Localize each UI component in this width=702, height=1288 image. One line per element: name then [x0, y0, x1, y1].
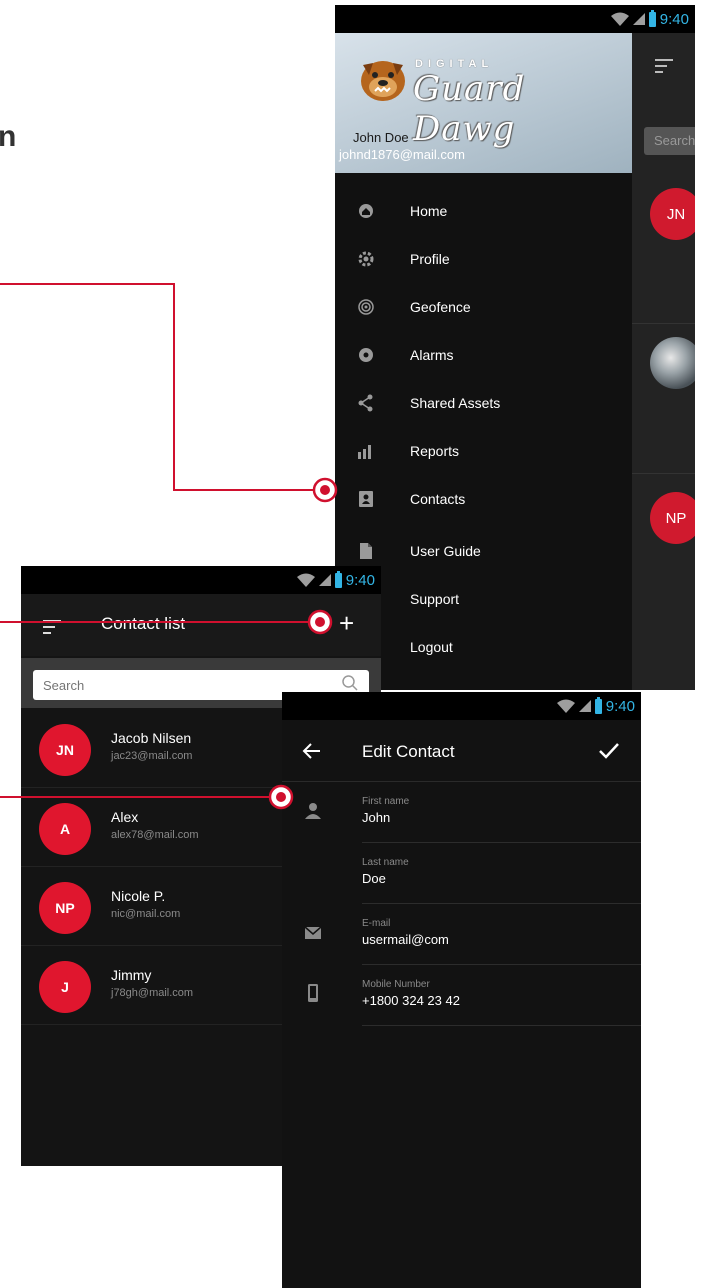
save-check-icon[interactable] [598, 741, 620, 761]
wifi-icon [556, 699, 575, 713]
battery-icon [594, 696, 602, 714]
status-bar: 9:40 [335, 5, 695, 33]
document-icon [360, 543, 372, 559]
brand-main-text: Guard Dawg [413, 69, 526, 149]
field-value: Doe [362, 871, 386, 886]
menu-item-label: Reports [410, 443, 460, 459]
avatar: J [39, 961, 91, 1013]
background-avatar: NP [650, 492, 695, 544]
divider [632, 323, 695, 324]
menu-item-shared-assets[interactable]: Shared Assets [335, 383, 632, 423]
contact-name: Nicole P. [111, 888, 166, 904]
menu-icon[interactable] [43, 620, 61, 638]
menu-item-geofence[interactable]: Geofence [335, 287, 632, 327]
field-value: John [362, 810, 391, 825]
status-time: 9:40 [659, 10, 689, 28]
drawer-header: DIGITAL Guard Dawg John Doe johnd1876@ma… [335, 33, 632, 173]
field-value: usermail@com [362, 932, 449, 947]
user-email: johnd1876@mail.com [339, 147, 465, 162]
avatar: NP [39, 882, 91, 934]
contact-email: jac23@mail.com [111, 750, 193, 762]
menu-item-label: Profile [410, 251, 450, 267]
add-contact-button[interactable]: + [339, 610, 354, 636]
field-label: E-mail [362, 918, 391, 929]
menu-item-label: User Guide [410, 543, 481, 559]
field-value: +1800 324 23 42 [362, 993, 460, 1008]
gear-icon [358, 251, 374, 267]
field-label: First name [362, 796, 410, 807]
callout-contacts [0, 283, 338, 503]
page-title: Edit Contact [362, 742, 455, 761]
menu-item-label: Support [410, 591, 460, 607]
menu-item-label: Alarms [410, 347, 454, 363]
search-icon[interactable] [341, 674, 359, 692]
menu-item-reports[interactable]: Reports [335, 431, 632, 471]
status-time: 9:40 [345, 571, 375, 589]
target-icon [358, 299, 374, 315]
toolbar [21, 594, 381, 656]
contact-email: nic@mail.com [111, 908, 181, 920]
menu-icon[interactable] [655, 59, 673, 77]
contact-email: alex78@mail.com [111, 829, 199, 841]
partial-heading-letter: n [0, 120, 17, 153]
wifi-icon [296, 573, 315, 587]
toolbar [282, 720, 641, 782]
status-bar: 9:40 [21, 566, 381, 594]
last-name-field[interactable]: Last name Doe [362, 843, 641, 904]
user-name: John Doe [353, 130, 409, 145]
avatar: A [39, 803, 91, 855]
page-title: Contact list [101, 614, 186, 633]
alarm-icon [359, 348, 373, 362]
mobile-number-field[interactable]: Mobile Number +1800 324 23 42 [362, 965, 641, 1026]
email-field[interactable]: E-mail usermail@com [362, 904, 641, 965]
avatar: JN [39, 724, 91, 776]
background-search-input[interactable]: Search [644, 127, 695, 155]
menu-item-label: Shared Assets [410, 395, 501, 411]
home-icon [359, 204, 373, 218]
edit-contact-screen: 9:40 Edit Contact First name John Last n… [282, 692, 641, 1288]
menu-item-label: Logout [410, 639, 453, 655]
signal-icon [578, 700, 591, 712]
contact-name: Jimmy [111, 967, 152, 983]
battery-icon [334, 570, 342, 588]
menu-item-user-guide[interactable]: User Guide [335, 531, 632, 571]
menu-item-contacts[interactable]: Contacts [335, 479, 632, 519]
person-icon [305, 803, 321, 819]
battery-icon [648, 9, 656, 27]
menu-item-label: Contacts [410, 491, 466, 507]
mail-icon [304, 926, 322, 939]
phone-icon [308, 984, 318, 1002]
menu-item-label: Geofence [410, 299, 471, 315]
share-icon [358, 394, 373, 412]
wifi-icon [610, 12, 629, 26]
signal-icon [632, 13, 645, 25]
contact-name: Alex [111, 809, 139, 825]
menu-item-profile[interactable]: Profile [335, 239, 632, 279]
status-bar: 9:40 [282, 692, 641, 720]
divider [632, 473, 695, 474]
bar-chart-icon [358, 445, 371, 459]
signal-icon [318, 574, 331, 586]
contacts-icon [359, 491, 373, 507]
status-time: 9:40 [605, 697, 635, 715]
menu-item-home[interactable]: Home [335, 191, 632, 231]
contact-name: Jacob Nilsen [111, 730, 192, 746]
first-name-field[interactable]: First name John [362, 782, 641, 843]
menu-item-alarms[interactable]: Alarms [335, 335, 632, 375]
contact-email: j78gh@mail.com [111, 987, 194, 999]
bulldog-logo-icon [361, 61, 405, 101]
field-label: Mobile Number [362, 979, 430, 990]
menu-item-label: Home [410, 203, 448, 219]
back-arrow-icon[interactable] [302, 741, 322, 761]
background-avatar: JN [650, 188, 695, 240]
background-avatar-photo [650, 337, 695, 389]
drawer-screen: 9:40 Search JN NP DIGITAL Guard Dawg Joh… [335, 5, 695, 690]
field-label: Last name [362, 857, 409, 868]
